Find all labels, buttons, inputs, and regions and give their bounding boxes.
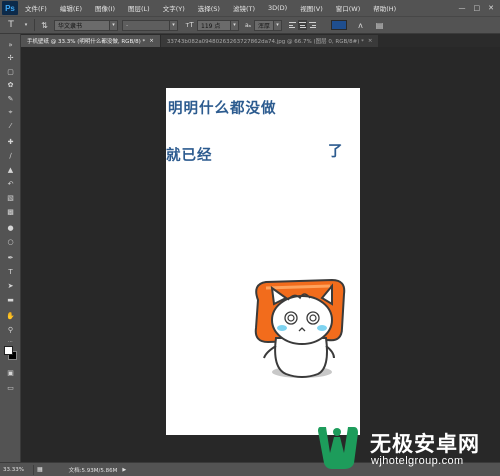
tab-label: 33743b082a09480263263727862da74.jpg @ 66… — [166, 39, 364, 45]
close-icon[interactable]: × — [368, 38, 373, 44]
font-family-select[interactable]: 华文隶书 — [54, 19, 110, 31]
status-menu-icon[interactable]: ▦ — [37, 466, 43, 473]
brush-tool-icon[interactable]: ∕ — [5, 151, 16, 161]
character-panel-icon[interactable]: ▤ — [374, 20, 385, 31]
status-expand-arrow-icon[interactable]: ▶ — [122, 467, 126, 473]
chevron-down-icon[interactable]: ▾ — [274, 19, 283, 31]
menu-select[interactable]: 选择(S) — [191, 3, 226, 13]
panel-collapse-icon[interactable]: » — [5, 40, 16, 50]
warp-text-icon[interactable]: ᴧ — [355, 20, 366, 31]
options-bar: T ▾ ⇅ 华文隶书 ▾ - ▾ ᴛT 119 点 ▾ aₐ 浑厚 ▾ ᴧ ▤ — [0, 16, 500, 34]
divider — [34, 19, 35, 31]
menu-type[interactable]: 文字(Y) — [156, 3, 191, 13]
text-orientation-icon[interactable]: ⇅ — [39, 20, 50, 31]
pen-tool-icon[interactable]: ✒ — [5, 253, 16, 263]
type-tool-icon[interactable]: T — [5, 267, 16, 277]
eraser-tool-icon[interactable]: ▧ — [5, 193, 16, 203]
crop-tool-icon[interactable]: ⌖ — [5, 107, 16, 117]
document-canvas[interactable]: 明明什么都没做 就已经 了 — [166, 88, 360, 435]
minimize-icon[interactable]: — — [459, 4, 466, 12]
align-left-icon[interactable] — [288, 20, 297, 30]
type-tool-icon[interactable]: T — [0, 20, 22, 30]
dodge-tool-icon[interactable]: ○ — [5, 237, 16, 247]
hand-tool-icon[interactable]: ✋ — [5, 311, 16, 321]
antialias-label: aₐ — [245, 21, 252, 29]
text-layer-line3[interactable]: 了 — [328, 140, 344, 161]
rectangle-tool-icon[interactable]: ▬ — [5, 295, 16, 305]
document-tabs: 手机壁纸 @ 33.3% (明明什么都没做, RGB/8) * × 33743b… — [21, 34, 500, 47]
chevron-down-icon[interactable]: ▾ — [110, 19, 118, 31]
canvas-workspace[interactable]: 明明什么都没做 就已经 了 — [21, 47, 500, 462]
font-size-icon: ᴛT — [185, 21, 194, 29]
eyedropper-tool-icon[interactable]: ⁄ — [5, 121, 16, 131]
clone-stamp-tool-icon[interactable]: ▲ — [5, 165, 16, 175]
gradient-tool-icon[interactable]: ▩ — [5, 207, 16, 217]
menu-file[interactable]: 文件(F) — [18, 3, 53, 13]
app-logo: Ps — [2, 1, 18, 15]
font-style-select[interactable]: - — [122, 19, 170, 31]
chevron-down-icon[interactable]: ▾ — [231, 19, 239, 31]
tab-jpg-image[interactable]: 33743b082a09480263263727862da74.jpg @ 66… — [160, 35, 379, 47]
menu-view[interactable]: 视图(V) — [293, 3, 329, 13]
spot-healing-tool-icon[interactable]: ✚ — [5, 137, 16, 147]
chevron-down-icon[interactable]: ▾ — [170, 19, 178, 31]
text-color-swatch[interactable] — [331, 20, 348, 30]
close-icon[interactable]: × — [149, 38, 154, 44]
status-bar: 33.33% ▦ 文档:5.93M/5.86M ▶ — [0, 462, 500, 476]
align-center-icon[interactable] — [298, 20, 308, 30]
quick-select-tool-icon[interactable]: ✎ — [5, 94, 16, 104]
tools-panel: » ✢ ▢ ✿ ✎ ⌖ ⁄ ✚ ∕ ▲ ↶ ▧ ▩ ● ○ ✒ T ➤ ▬ ✋ … — [0, 34, 21, 462]
maximize-icon[interactable]: □ — [474, 4, 481, 12]
menu-layer[interactable]: 图层(L) — [121, 3, 156, 13]
text-layer-line2[interactable]: 就已经 — [166, 144, 213, 165]
lasso-tool-icon[interactable]: ✿ — [5, 80, 16, 90]
zoom-tool-icon[interactable]: ⚲ — [5, 325, 16, 335]
photoshop-window: Ps 文件(F) 编辑(E) 图像(I) 图层(L) 文字(Y) 选择(S) 滤… — [0, 0, 500, 476]
blur-tool-icon[interactable]: ● — [5, 223, 16, 233]
tab-phone-wallpaper[interactable]: 手机壁纸 @ 33.3% (明明什么都没做, RGB/8) * × — [21, 35, 160, 47]
align-right-icon[interactable] — [308, 20, 317, 30]
menu-window[interactable]: 窗口(W) — [329, 3, 367, 13]
menu-image[interactable]: 图像(I) — [88, 3, 121, 13]
window-controls: — □ ✕ — [459, 4, 500, 12]
zoom-level-field[interactable]: 33.33% — [0, 465, 30, 475]
path-select-tool-icon[interactable]: ➤ — [5, 281, 16, 291]
menu-edit[interactable]: 编辑(E) — [53, 3, 88, 13]
quick-mask-icon[interactable]: ▣ — [5, 368, 16, 378]
antialias-select[interactable]: 浑厚 — [254, 19, 275, 31]
screen-mode-icon[interactable]: ▭ — [5, 383, 16, 393]
move-tool-icon[interactable]: ✢ — [5, 53, 16, 63]
foreground-color-swatch[interactable] — [4, 346, 13, 355]
text-layer-line1[interactable]: 明明什么都没做 — [168, 97, 277, 118]
close-icon[interactable]: ✕ — [488, 4, 494, 12]
menu-bar: Ps 文件(F) 编辑(E) 图像(I) 图层(L) 文字(Y) 选择(S) 滤… — [0, 0, 500, 16]
tab-label: 手机壁纸 @ 33.3% (明明什么都没做, RGB/8) * — [27, 39, 146, 45]
menu-3d[interactable]: 3D(D) — [261, 4, 293, 12]
divider — [33, 464, 34, 475]
document-size-info: 文档:5.93M/5.86M — [68, 467, 118, 474]
marquee-tool-icon[interactable]: ▢ — [5, 67, 16, 77]
cat-sticker-image[interactable] — [246, 276, 350, 386]
tool-preset-chevron-icon[interactable]: ▾ — [22, 20, 30, 31]
history-brush-tool-icon[interactable]: ↶ — [5, 179, 16, 189]
menu-filter[interactable]: 滤镜(T) — [226, 3, 261, 13]
font-size-select[interactable]: 119 点 — [197, 19, 231, 31]
menu-help[interactable]: 帮助(H) — [366, 3, 402, 13]
